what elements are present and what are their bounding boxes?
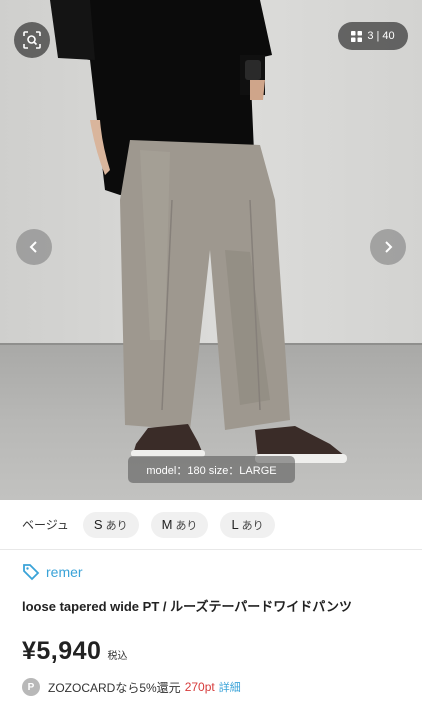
image-counter-button[interactable]: 3 | 40	[338, 22, 408, 50]
chevron-left-icon	[29, 241, 37, 253]
product-info: remer loose tapered wide PT / ルーズテーパードワイ…	[22, 560, 412, 696]
size-chip-size: S	[93, 517, 103, 532]
previous-image-button[interactable]	[16, 229, 52, 265]
chevron-right-icon	[385, 241, 393, 253]
price-row: ¥5,940 税込	[22, 637, 412, 666]
color-label: ベージュ	[22, 518, 69, 532]
size-chip-s[interactable]: S あり	[82, 511, 139, 538]
scan-search-icon	[23, 31, 41, 49]
size-chip-m[interactable]: M あり	[150, 511, 209, 538]
size-chip-size: L	[231, 517, 239, 532]
size-availability-row: ベージュ S あり M あり L あり	[0, 500, 422, 550]
model-size-caption: model：180 size：LARGE	[128, 456, 295, 483]
points-details-link[interactable]: 詳細	[219, 679, 241, 695]
size-chip-stock: あり	[105, 519, 128, 532]
left-shoe-graphic	[131, 424, 205, 457]
product-title: loose tapered wide PT / ルーズテーパードワイドパンツ	[22, 599, 352, 614]
points-icon: P	[22, 678, 40, 696]
points-text: ZOZOCARDなら5%還元	[48, 680, 181, 695]
image-search-button[interactable]	[14, 22, 50, 58]
size-chip-stock: あり	[175, 519, 198, 532]
next-image-button[interactable]	[370, 229, 406, 265]
brand-name: remer	[46, 564, 83, 580]
product-image[interactable]: 3 | 40 model：180 size：LARGE	[0, 0, 422, 500]
product-price: ¥5,940	[22, 637, 102, 665]
size-chip-size: M	[161, 517, 173, 532]
size-chip-l[interactable]: L あり	[220, 511, 275, 538]
tax-label: 税込	[107, 651, 128, 662]
points-row: P ZOZOCARDなら5%還元 270pt 詳細	[22, 678, 412, 696]
size-chip-stock: あり	[241, 519, 264, 532]
image-counter-text: 3 | 40	[367, 30, 395, 42]
tag-icon	[23, 564, 40, 581]
pants-graphic	[120, 140, 290, 430]
grid-icon	[351, 30, 363, 42]
points-amount: 270pt	[184, 680, 215, 694]
brand-link[interactable]: remer	[22, 560, 412, 584]
